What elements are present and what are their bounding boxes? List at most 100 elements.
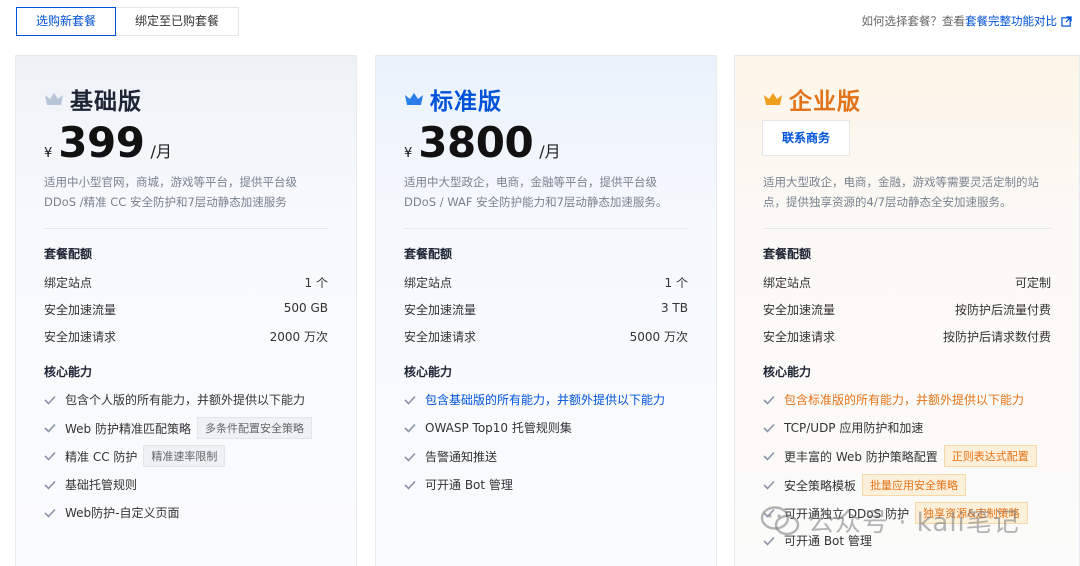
feature-item: 基础托管规则 xyxy=(44,476,137,493)
quota-title: 套餐配额 xyxy=(404,247,453,261)
check-icon xyxy=(404,452,416,462)
feature-item: OWASP Top10 托管规则集 xyxy=(404,419,572,436)
check-icon xyxy=(763,480,775,490)
tab-bind-existing[interactable]: 绑定至已购套餐 xyxy=(116,7,240,36)
feature-tag: 独享资源&定制策略 xyxy=(915,502,1028,524)
feature-item: 包含基础版的所有能力，并额外提供以下能力 xyxy=(404,391,665,408)
plan-name: 企业版 xyxy=(789,89,861,115)
feature-tag: 批量应用安全策略 xyxy=(862,474,967,496)
plan-description: 适用中大型政企，电商，金融等平台，提供平台级 DDoS / WAF 安全防护能力… xyxy=(404,175,668,209)
feature-tag: 正则表达式配置 xyxy=(943,445,1037,467)
quota-row: 绑定站点 可定制 xyxy=(763,274,1051,291)
feature-item: 精准 CC 防护 精准速率限制 xyxy=(44,445,226,467)
feature-item: Web 防护精准匹配策略 多条件配置安全策略 xyxy=(44,417,312,439)
quota-label: 安全加速请求 xyxy=(404,330,477,344)
feature-text: Web防护-自定义页面 xyxy=(65,506,180,520)
quota-title: 套餐配额 xyxy=(763,247,812,261)
check-icon xyxy=(763,423,775,433)
feature-text: 告警通知推送 xyxy=(425,450,498,464)
check-icon xyxy=(44,451,56,461)
feature-text: OWASP Top10 托管规则集 xyxy=(425,421,572,435)
check-icon xyxy=(763,451,775,461)
quota-row: 安全加速请求 按防护后请求数付费 xyxy=(763,328,1051,345)
feature-item: 可开通独立 DDoS 防护 独享资源&定制策略 xyxy=(763,502,1028,524)
check-icon xyxy=(44,395,56,405)
quota-value: 按防护后请求数付费 xyxy=(942,330,1051,344)
crown-icon xyxy=(764,93,782,105)
quota-value: 1 个 xyxy=(304,276,328,290)
quota-value: 按防护后流量付费 xyxy=(954,303,1051,317)
quota-row: 绑定站点 1 个 xyxy=(44,274,328,291)
feature-text: 可开通 Bot 管理 xyxy=(784,534,872,548)
currency-symbol: ¥ xyxy=(44,146,53,161)
quota-value: 2000 万次 xyxy=(269,330,328,344)
feature-item: 可开通 Bot 管理 xyxy=(404,476,513,493)
feature-text: 更丰富的 Web 防护策略配置 xyxy=(784,449,938,464)
quota-label: 安全加速流量 xyxy=(763,303,836,317)
check-icon xyxy=(44,423,56,433)
feature-item: 更丰富的 Web 防护策略配置 正则表达式配置 xyxy=(763,445,1037,467)
quota-value: 1 个 xyxy=(664,276,688,290)
quota-row: 安全加速请求 2000 万次 xyxy=(44,328,328,345)
quota-label: 绑定站点 xyxy=(763,276,812,290)
crown-icon xyxy=(405,93,423,105)
check-icon xyxy=(44,508,56,518)
feature-item: Web防护-自定义页面 xyxy=(44,504,180,521)
contact-sales-button[interactable]: 联系商务 xyxy=(762,120,850,156)
price-value: 3800 xyxy=(418,118,534,167)
feature-tag: 多条件配置安全策略 xyxy=(196,417,312,439)
feature-text: 安全策略模板 xyxy=(784,478,857,493)
divider xyxy=(763,228,1051,229)
quota-value: 500 GB xyxy=(283,301,328,315)
feature-text: 可开通 Bot 管理 xyxy=(425,478,513,492)
quota-row: 安全加速流量 按防护后流量付费 xyxy=(763,301,1051,318)
compare-link[interactable]: 套餐完整功能对比 xyxy=(965,13,1057,29)
plan-help: 如何选择套餐？查看 套餐完整功能对比 xyxy=(862,13,1073,29)
plan-card-basic: 基础版 ¥ 399 /月 适用中小型官网，商城，游戏等平台，提供平台级 DDoS… xyxy=(15,55,357,566)
quota-label: 安全加速流量 xyxy=(44,303,117,317)
feature-item: 可开通 Bot 管理 xyxy=(763,532,872,549)
feature-item: TCP/UDP 应用防护和加速 xyxy=(763,419,923,436)
quota-label: 绑定站点 xyxy=(404,276,453,290)
quota-label: 安全加速请求 xyxy=(763,330,836,344)
quota-value: 3 TB xyxy=(660,301,688,315)
divider xyxy=(44,228,328,229)
check-icon xyxy=(763,536,775,546)
plan-description: 适用大型政企，电商，金融，游戏等需要灵活定制的站点，提供独享资源的4/7层动静态… xyxy=(763,175,1039,209)
feature-item: 安全策略模板 批量应用安全策略 xyxy=(763,474,967,496)
feature-title: 核心能力 xyxy=(44,365,93,379)
plan-description: 适用中小型官网，商城，游戏等平台，提供平台级 DDoS /精准 CC 安全防护和… xyxy=(44,175,297,209)
feature-item: 告警通知推送 xyxy=(404,448,497,465)
quota-value: 5000 万次 xyxy=(629,330,688,344)
feature-title: 核心能力 xyxy=(404,365,453,379)
check-icon xyxy=(404,395,416,405)
plan-title: 基础版 xyxy=(44,82,142,116)
feature-tag: 精准速率限制 xyxy=(143,445,226,467)
quota-row: 安全加速流量 3 TB xyxy=(404,301,688,318)
divider xyxy=(404,228,688,229)
check-icon xyxy=(404,480,416,490)
feature-text: 包含标准版的所有能力，并额外提供以下能力 xyxy=(784,393,1025,407)
quota-row: 安全加速流量 500 GB xyxy=(44,301,328,318)
quota-label: 绑定站点 xyxy=(44,276,93,290)
currency-symbol: ¥ xyxy=(404,146,413,161)
check-icon xyxy=(404,423,416,433)
quota-title: 套餐配额 xyxy=(44,247,93,261)
price-unit: /月 xyxy=(150,142,172,161)
check-icon xyxy=(763,508,775,518)
feature-text: 可开通独立 DDoS 防护 xyxy=(784,506,910,521)
help-text: 如何选择套餐？查看 xyxy=(861,14,966,28)
plan-title: 企业版 xyxy=(763,82,861,116)
feature-text: 精准 CC 防护 xyxy=(65,449,138,464)
feature-text: 包含基础版的所有能力，并额外提供以下能力 xyxy=(425,393,666,407)
feature-text: 包含个人版的所有能力，并额外提供以下能力 xyxy=(65,393,306,407)
price-unit: /月 xyxy=(539,142,561,161)
quota-row: 绑定站点 1 个 xyxy=(404,274,688,291)
external-link-icon[interactable] xyxy=(1061,15,1072,27)
plan-name: 标准版 xyxy=(430,89,502,115)
feature-text: Web 防护精准匹配策略 xyxy=(65,421,191,436)
feature-text: TCP/UDP 应用防护和加速 xyxy=(784,421,924,435)
feature-text: 基础托管规则 xyxy=(65,478,138,492)
tab-new-plan[interactable]: 选购新套餐 xyxy=(16,7,117,36)
feature-title: 核心能力 xyxy=(763,365,812,379)
